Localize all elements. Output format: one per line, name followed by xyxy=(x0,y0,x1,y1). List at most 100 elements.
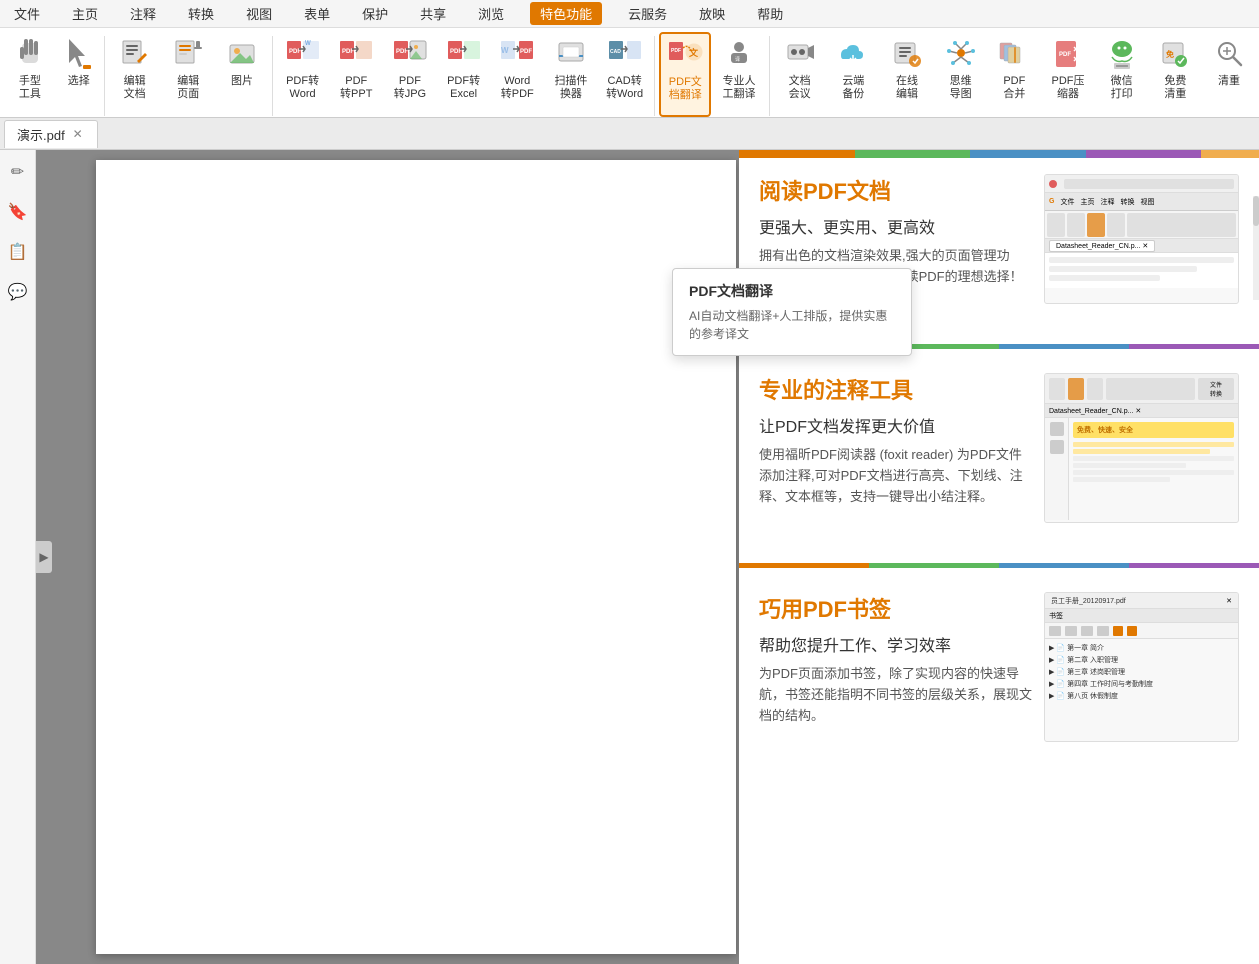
select-tool-button[interactable]: 选择 xyxy=(58,32,100,117)
pdf-to-word-button[interactable]: PDF W PDF转Word xyxy=(277,32,329,117)
pdf-merge-button[interactable]: PDF合并 xyxy=(989,32,1041,117)
annotate-screenshot: 文件转换 Datasheet_Reader_CN.p... ✕ xyxy=(1044,373,1239,523)
menu-annotate[interactable]: 注释 xyxy=(124,2,162,25)
pdf-to-excel-button[interactable]: PDF PDF转Excel xyxy=(438,32,490,117)
pdf-to-jpg-icon: PDF xyxy=(392,37,428,73)
tab-close-button[interactable]: ✕ xyxy=(71,127,85,141)
image-button[interactable]: 图片 xyxy=(216,32,268,117)
edit-page-icon xyxy=(170,37,206,73)
svg-text:译: 译 xyxy=(735,56,740,63)
menu-playback[interactable]: 放映 xyxy=(693,2,731,25)
mock-ann-line-3 xyxy=(1073,456,1234,461)
edit-page-button[interactable]: 编辑页面 xyxy=(162,32,214,117)
mock-bm-ch5: 第八页 休假制度 xyxy=(1067,691,1118,701)
pdf-to-ppt-icon: PDF xyxy=(338,37,374,73)
wechat-print-button[interactable]: 微信打印 xyxy=(1096,32,1148,117)
menu-bar: 文件 主页 注释 转换 视图 表单 保护 共享 浏览 特色功能 云服务 放映 帮… xyxy=(0,0,1259,28)
meeting-icon xyxy=(782,37,818,73)
pdf-translate-button[interactable]: PDF 文 PDF文档翻译 xyxy=(659,32,711,117)
bookmark-section: 员工手册_20120917.pdf ✕ 书签 xyxy=(759,578,1239,742)
mock-bm-row-1: ▶ 📄 第一章 简介 xyxy=(1049,643,1234,653)
color-bar-purple xyxy=(1086,150,1202,158)
pdf-compress-label: PDF压缩器 xyxy=(1052,75,1085,101)
zoom-check-button[interactable]: 清重 xyxy=(1203,32,1255,117)
mock-bm-icon-3 xyxy=(1081,626,1093,636)
sidebar-comment-icon[interactable]: 💬 xyxy=(4,278,32,306)
svg-text:PDF: PDF xyxy=(289,49,301,55)
cloud-backup-button[interactable]: 云端备份 xyxy=(827,32,879,117)
pdf-to-jpg-label: PDF转JPG xyxy=(394,75,426,101)
cad-to-word-label: CAD转转Word xyxy=(606,75,643,101)
menu-help[interactable]: 帮助 xyxy=(751,2,789,25)
edit-doc-button[interactable]: 编辑文档 xyxy=(109,32,161,117)
menu-file[interactable]: 文件 xyxy=(8,2,46,25)
sidebar-bookmark-icon[interactable]: 🔖 xyxy=(4,198,32,226)
menu-convert[interactable]: 转换 xyxy=(182,2,220,25)
mock-sidebar-icon-1 xyxy=(1050,422,1064,436)
mock-ann-line-5 xyxy=(1073,470,1234,475)
online-edit-button[interactable]: 在线编辑 xyxy=(881,32,933,117)
mock-bm-expand-2: ▶ xyxy=(1049,656,1054,664)
cad-to-word-button[interactable]: CAD CAD转转Word xyxy=(599,32,651,117)
menu-table[interactable]: 表单 xyxy=(298,2,336,25)
mock-bm-row-3: ▶ 📄 第三章 述岗职管理 xyxy=(1049,667,1234,677)
main-area: ✏ 🔖 📋 💬 ▶ xyxy=(0,150,1259,964)
pdf-to-ppt-label: PDF转PPT xyxy=(340,75,372,101)
mock-menu-home: 主页 xyxy=(1080,197,1094,207)
div-bar-purple xyxy=(1129,344,1259,349)
div2-bar-green xyxy=(869,563,999,568)
mock-ann-sidebar xyxy=(1045,418,1069,520)
pdf-translate-label: PDF文档翻译 xyxy=(669,76,702,102)
mock-bm-text: 书签 xyxy=(1049,611,1063,621)
menu-view[interactable]: 视图 xyxy=(240,2,278,25)
mock-brand: G xyxy=(1049,198,1054,205)
sidebar-edit-icon[interactable]: ✏ xyxy=(4,158,32,186)
pdf-compress-button[interactable]: PDF PDF压缩器 xyxy=(1042,32,1094,117)
word-to-pdf-button[interactable]: W PDF Word转PDF xyxy=(491,32,543,117)
scan-button[interactable]: 扫描件换器 xyxy=(545,32,597,117)
mock-bm-titlebar: 员工手册_20120917.pdf ✕ xyxy=(1045,593,1238,609)
human-translate-button[interactable]: 译 专业人工翻译 xyxy=(713,32,765,117)
menu-protect[interactable]: 保护 xyxy=(356,2,394,25)
menu-browser[interactable]: 浏览 xyxy=(472,2,510,25)
mock-titlebar-1 xyxy=(1045,175,1238,193)
hand-tool-button[interactable]: 手型工具 xyxy=(4,32,56,117)
menu-share[interactable]: 共享 xyxy=(414,2,452,25)
mock-highlight-label: 免费、快速、安全 xyxy=(1073,422,1234,438)
tab-demo-pdf[interactable]: 演示.pdf ✕ xyxy=(4,120,98,148)
mock-page-content-1 xyxy=(1045,253,1238,288)
free-check-button[interactable]: 免 免费清重 xyxy=(1150,32,1202,117)
mock-menu-file: 文件 xyxy=(1060,197,1074,207)
mock-line-3 xyxy=(1049,275,1160,281)
mock-dot-red xyxy=(1049,180,1057,188)
image-label: 图片 xyxy=(231,75,253,88)
sidebar-page-icon[interactable]: 📋 xyxy=(4,238,32,266)
hand-tool-icon xyxy=(12,37,48,73)
tooltip-desc: AI自动文档翻译+人工排版，提供实惠的参考译文 xyxy=(689,307,895,343)
mock-bm-expand-1: ▶ xyxy=(1049,644,1054,652)
divider-3 xyxy=(654,36,655,116)
edit-page-label: 编辑页面 xyxy=(177,75,199,101)
menu-home[interactable]: 主页 xyxy=(66,2,104,25)
mock-bm-icon-6 xyxy=(1127,626,1137,636)
scan-label: 扫描件换器 xyxy=(554,75,587,101)
human-translate-icon: 译 xyxy=(721,37,757,73)
pdf-to-jpg-button[interactable]: PDF PDF转JPG xyxy=(384,32,436,117)
svg-text:PDF: PDF xyxy=(520,49,532,55)
mock-tab-area xyxy=(1064,179,1234,189)
meeting-button[interactable]: 文档会议 xyxy=(774,32,826,117)
menu-cloud[interactable]: 云服务 xyxy=(622,2,673,25)
mindmap-button[interactable]: 思维导图 xyxy=(935,32,987,117)
div2-bar-orange xyxy=(739,563,869,568)
human-translate-label: 专业人工翻译 xyxy=(723,75,756,101)
mock-ann-spacer xyxy=(1106,378,1195,400)
pdf-to-ppt-button[interactable]: PDF PDF转PPT xyxy=(330,32,382,117)
collapse-arrow[interactable]: ▶ xyxy=(36,541,52,573)
mock-bm-ch1: 第一章 简介 xyxy=(1067,643,1104,653)
mock-tool-1 xyxy=(1047,213,1065,237)
free-check-label: 免费清重 xyxy=(1164,75,1186,101)
div2-bar-blue xyxy=(999,563,1129,568)
menu-special[interactable]: 特色功能 xyxy=(530,2,602,25)
mock-ann-convert: 文件转换 xyxy=(1198,378,1234,400)
tooltip-popup: PDF文档翻译 AI自动文档翻译+人工排版，提供实惠的参考译文 xyxy=(672,268,912,356)
